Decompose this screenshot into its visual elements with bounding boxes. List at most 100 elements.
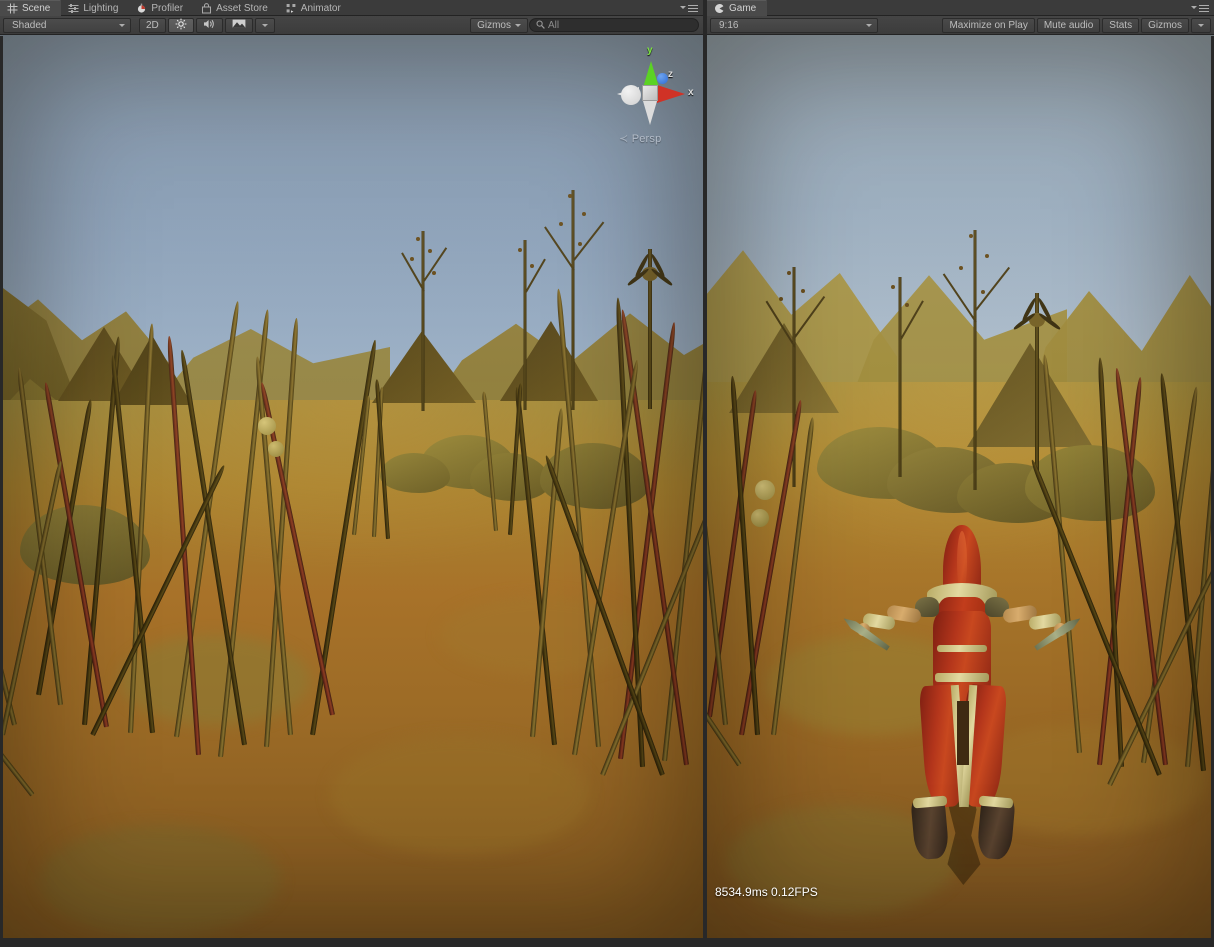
game-skull-on-pike-1: [755, 480, 775, 500]
ground-blob-2: [330, 735, 590, 855]
game-aspect-label: 9:16: [719, 19, 739, 31]
hamburger-menu-icon: [1199, 4, 1209, 12]
skull-on-pike-1: [258, 417, 276, 435]
tab-scene[interactable]: Scene: [0, 0, 62, 16]
scene-viewport[interactable]: y x z ≺ Persp: [0, 35, 703, 947]
character-belt: [935, 673, 989, 682]
search-icon: [536, 16, 545, 34]
scene-tabbar-filler: [351, 0, 679, 15]
chevron-down-icon: [1198, 23, 1204, 27]
tab-game-label: Game: [729, 2, 757, 14]
game-tabbar: Game: [707, 0, 1214, 16]
2d-toggle-button[interactable]: 2D: [139, 17, 166, 33]
tab-animator[interactable]: Animator: [279, 0, 352, 16]
gizmo-center-cube[interactable]: [642, 85, 658, 101]
scene-audio-toggle[interactable]: [195, 17, 223, 33]
skull-on-pike-2: [268, 441, 284, 457]
2d-toggle-label: 2D: [146, 19, 159, 31]
gizmo-axis-neg-z-ball[interactable]: [621, 85, 641, 105]
tree-leaf: [582, 212, 586, 216]
tree-leaf: [801, 289, 805, 293]
scene-effects-caret[interactable]: [254, 17, 275, 33]
tree-trunk: [421, 231, 425, 411]
image-icon: [232, 18, 246, 32]
tree-leaf: [432, 271, 436, 275]
store-icon: [201, 2, 212, 14]
scene-search-input[interactable]: [548, 19, 692, 31]
stats-label: Stats: [1109, 19, 1133, 31]
chevron-down-icon: [261, 23, 268, 27]
player-character: [857, 525, 1067, 905]
scene-gizmos-label: Gizmos: [477, 19, 511, 31]
animator-icon: [286, 3, 297, 14]
speaker-icon: [203, 18, 216, 33]
profiler-icon: [136, 3, 147, 14]
game-dead-tree-3: [942, 230, 1011, 490]
scene-left-edge: [0, 36, 3, 938]
tree-leaf: [410, 257, 414, 261]
dead-tree-1: [401, 231, 448, 411]
gizmo-axis-z-label: z: [668, 69, 673, 80]
game-gizmos-caret[interactable]: [1191, 17, 1211, 33]
maximize-on-play-label: Maximize on Play: [949, 19, 1028, 31]
tree-leaf: [428, 249, 432, 253]
tree-trunk: [898, 277, 902, 477]
game-dead-tree-2: [885, 277, 924, 477]
mute-audio-label: Mute audio: [1043, 19, 1094, 31]
maximize-on-play-button[interactable]: Maximize on Play: [942, 17, 1035, 33]
gizmo-axis-z-ball[interactable]: [657, 73, 668, 84]
hamburger-menu-icon: [688, 4, 698, 12]
lock-open-icon: ≺: [619, 133, 629, 145]
window-bottom-edge: [0, 938, 1214, 947]
draw-mode-label: Shaded: [12, 19, 47, 31]
game-tabbar-filler: [767, 0, 1190, 15]
tree-leaf: [969, 234, 973, 238]
tab-game[interactable]: Game: [707, 0, 768, 16]
scene-gizmos-dropdown[interactable]: Gizmos: [470, 17, 528, 33]
chevron-down-icon: [1191, 6, 1197, 9]
draw-mode-dropdown[interactable]: Shaded: [3, 17, 131, 33]
character-robe-gap: [957, 701, 969, 765]
game-viewport[interactable]: 8534.9ms 0.12FPS: [707, 35, 1214, 947]
tree-leaf: [559, 222, 563, 226]
game-panel: Game 9:16 Maximize on Play Mute audio St…: [707, 0, 1214, 947]
game-gizmos-label: Gizmos: [1148, 19, 1182, 31]
scene-render-surface: y x z ≺ Persp: [0, 35, 703, 947]
gizmo-projection-label: Persp: [631, 133, 662, 145]
game-gizmos-button[interactable]: Gizmos: [1141, 17, 1189, 33]
mute-audio-button[interactable]: Mute audio: [1036, 17, 1101, 33]
scene-panel-menu-button[interactable]: [679, 0, 703, 15]
gizmo-axis-y-label: y: [647, 45, 653, 56]
stats-button[interactable]: Stats: [1102, 17, 1140, 33]
tab-scene-label: Scene: [22, 2, 51, 14]
tab-profiler[interactable]: Profiler: [129, 0, 194, 16]
tree-leaf: [578, 242, 582, 246]
game-skull-on-pike-2: [751, 509, 769, 527]
game-aspect-dropdown[interactable]: 9:16: [710, 17, 878, 33]
unity-editor-window: Scene Lighting Profiler Asset Store Anim…: [0, 0, 1214, 947]
tree-leaf: [905, 303, 909, 307]
tree-leaf: [568, 194, 572, 198]
tree-trunk: [523, 240, 527, 410]
tree-trunk: [571, 190, 575, 410]
sliders-icon: [68, 3, 79, 14]
scene-orientation-gizmo[interactable]: y x z ≺ Persp: [609, 43, 695, 147]
tab-profiler-label: Profiler: [151, 2, 184, 14]
tab-lighting[interactable]: Lighting: [61, 0, 129, 16]
grid-icon: [7, 3, 18, 14]
gizmo-projection-mode[interactable]: ≺ Persp: [619, 132, 661, 145]
tree-leaf: [959, 266, 963, 270]
scene-lighting-toggle[interactable]: [167, 17, 194, 33]
tab-asset-store[interactable]: Asset Store: [194, 0, 279, 16]
tree-leaf: [985, 254, 989, 258]
scene-search-field[interactable]: [529, 18, 699, 32]
chevron-down-icon: [515, 23, 521, 27]
scene-effects-dropdown[interactable]: [224, 17, 253, 33]
game-panel-menu-button[interactable]: [1190, 0, 1214, 15]
game-icon: [714, 3, 725, 14]
chevron-down-icon: [119, 23, 125, 27]
gizmo-axis-x-cone[interactable]: [657, 85, 685, 103]
gizmo-axis-neg-y-cone[interactable]: [643, 101, 657, 125]
scene-toolbar: Shaded 2D Gizmos All: [0, 16, 703, 35]
chevron-down-icon: [866, 23, 872, 27]
